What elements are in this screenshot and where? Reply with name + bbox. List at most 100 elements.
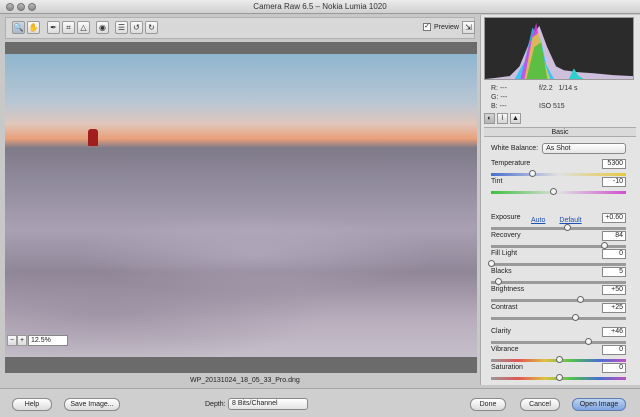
depth-select[interactable]: 8 Bits/Channel <box>228 398 308 410</box>
vibrance-value-field[interactable]: 0 <box>602 345 626 355</box>
image-canvas[interactable] <box>5 42 477 373</box>
done-button[interactable]: Done <box>470 398 506 411</box>
cancel-button[interactable]: Cancel <box>520 398 560 411</box>
blacks-label: Blacks <box>491 268 512 275</box>
green-readout: G: --- <box>491 94 508 101</box>
zoom-out-button[interactable]: − <box>7 335 17 346</box>
temperature-slider-thumb[interactable] <box>528 170 536 177</box>
vibrance-slider-thumb[interactable] <box>555 356 563 363</box>
basic-tab-icon[interactable]: ◐ <box>484 113 495 124</box>
blacks-slider-track[interactable] <box>491 278 626 285</box>
rotate-right-icon[interactable]: ↻ <box>145 21 158 34</box>
help-button[interactable]: Help <box>12 398 52 411</box>
adjustment-panel: R: --- G: --- B: --- f/2.2 1/14 s ISO 51… <box>480 15 640 385</box>
tint-slider-track[interactable] <box>491 188 626 195</box>
tint-label: Tint <box>491 178 503 185</box>
photo-preview[interactable] <box>5 54 477 357</box>
close-window-icon[interactable] <box>6 3 14 11</box>
hand-tool-icon[interactable]: ✋ <box>27 21 40 34</box>
title-bar: Camera Raw 6.5 – Nokia Lumia 1020 <box>0 0 640 14</box>
recovery-slider-track[interactable] <box>491 242 626 249</box>
contrast-slider-row: Contrast +25 <box>491 303 626 321</box>
rotate-left-icon[interactable]: ↺ <box>130 21 143 34</box>
detail-tab-icon[interactable]: ▲ <box>510 113 521 124</box>
vibrance-slider-track[interactable] <box>491 356 626 363</box>
exposure-slider-track[interactable] <box>491 224 626 231</box>
saturation-slider-thumb[interactable] <box>555 374 563 381</box>
brightness-slider-thumb[interactable] <box>577 296 585 303</box>
fill-light-label: Fill Light <box>491 250 518 257</box>
aperture-value: f/2.2 <box>539 85 553 92</box>
window-controls[interactable] <box>6 3 36 11</box>
save-image-button[interactable]: Save Image... <box>64 398 120 411</box>
preview-checkbox[interactable]: ✓ <box>423 23 431 31</box>
contrast-label: Contrast <box>491 304 518 311</box>
preview-toggle[interactable]: ✓ Preview <box>423 23 459 31</box>
panel-tabs: ◐ ⌇ ▲ <box>484 113 636 125</box>
rgb-readout: R: --- G: --- B: --- <box>491 84 507 111</box>
white-balance-tool-icon[interactable]: ✒ <box>47 21 60 34</box>
contrast-value-field[interactable]: +25 <box>602 303 626 313</box>
saturation-slider-row: Saturation 0 <box>491 363 626 381</box>
shutter-value: 1/14 s <box>558 85 578 92</box>
saturation-slider-track[interactable] <box>491 374 626 381</box>
crop-tool-icon[interactable]: ⌗ <box>62 21 75 34</box>
contrast-slider-thumb[interactable] <box>571 314 579 321</box>
zoom-in-button[interactable]: + <box>17 335 27 346</box>
vibrance-slider-row: Vibrance 0 <box>491 345 626 363</box>
fill-light-slider-thumb[interactable] <box>488 260 495 267</box>
fill-light-slider-row: Fill Light 0 <box>488 249 626 267</box>
vibrance-label: Vibrance <box>491 346 519 353</box>
section-title: Basic <box>484 127 636 137</box>
exposure-value-field[interactable]: +0.60 <box>602 213 626 223</box>
exposure-slider-thumb[interactable] <box>563 224 571 231</box>
red-eye-tool-icon[interactable]: ◉ <box>96 21 109 34</box>
recovery-label: Recovery <box>491 232 521 239</box>
brightness-slider-row: Brightness +50 <box>491 285 626 303</box>
people-silhouette <box>88 129 98 146</box>
contrast-slider-track[interactable] <box>491 314 626 321</box>
clarity-label: Clarity <box>491 328 511 335</box>
temperature-slider-track[interactable] <box>491 170 626 177</box>
temperature-slider-row: Temperature 5300 <box>491 159 626 177</box>
minimize-window-icon[interactable] <box>17 3 25 11</box>
brightness-label: Brightness <box>491 286 525 293</box>
tone-curve-tab-icon[interactable]: ⌇ <box>497 113 508 124</box>
open-image-button[interactable]: Open Image <box>572 398 626 411</box>
fill-light-value-field[interactable]: 0 <box>602 249 626 259</box>
blacks-slider-row: Blacks 5 <box>491 267 626 285</box>
zoom-level-select[interactable]: 12.5% <box>28 335 68 346</box>
preferences-icon[interactable]: ☰ <box>115 21 128 34</box>
temperature-value-field[interactable]: 5300 <box>602 159 626 169</box>
tint-slider-row: Tint -10 <box>491 177 626 195</box>
clarity-value-field[interactable]: +46 <box>602 327 626 337</box>
depth-label: Depth: <box>205 401 226 408</box>
preview-label: Preview <box>434 23 459 31</box>
white-balance-label: White Balance: <box>491 145 539 152</box>
tint-slider-thumb[interactable] <box>550 188 558 195</box>
tint-value-field[interactable]: -10 <box>602 177 626 187</box>
exposure-slider-row: Exposure +0.60 <box>491 213 626 231</box>
histogram <box>484 17 634 80</box>
white-balance-select[interactable]: As Shot <box>542 143 627 154</box>
saturation-value-field[interactable]: 0 <box>602 363 626 373</box>
exposure-label: Exposure <box>491 214 521 221</box>
clarity-slider-track[interactable] <box>491 338 626 345</box>
toolbar: 🔍 ✋ ✒ ⌗ △ ◉ ☰ ↺ ↻ ✓ Preview ⇲ <box>5 17 475 39</box>
blacks-value-field[interactable]: 5 <box>602 267 626 277</box>
brightness-slider-track[interactable] <box>491 296 626 303</box>
fill-light-slider-track[interactable] <box>488 260 626 267</box>
clarity-slider-thumb[interactable] <box>585 338 593 345</box>
recovery-slider-row: Recovery 84 <box>491 231 626 249</box>
blacks-slider-thumb[interactable] <box>494 278 502 285</box>
straighten-tool-icon[interactable]: △ <box>77 21 90 34</box>
zoom-tool-icon[interactable]: 🔍 <box>12 21 25 34</box>
clarity-slider-row: Clarity +46 <box>491 327 626 345</box>
filename-label: WP_20131024_18_05_33_Pro.dng <box>190 377 300 384</box>
brightness-value-field[interactable]: +50 <box>602 285 626 295</box>
recovery-slider-thumb[interactable] <box>601 242 609 249</box>
fullscreen-icon[interactable]: ⇲ <box>462 21 475 34</box>
recovery-value-field[interactable]: 84 <box>602 231 626 241</box>
zoom-window-icon[interactable] <box>28 3 36 11</box>
temperature-label: Temperature <box>491 160 531 167</box>
